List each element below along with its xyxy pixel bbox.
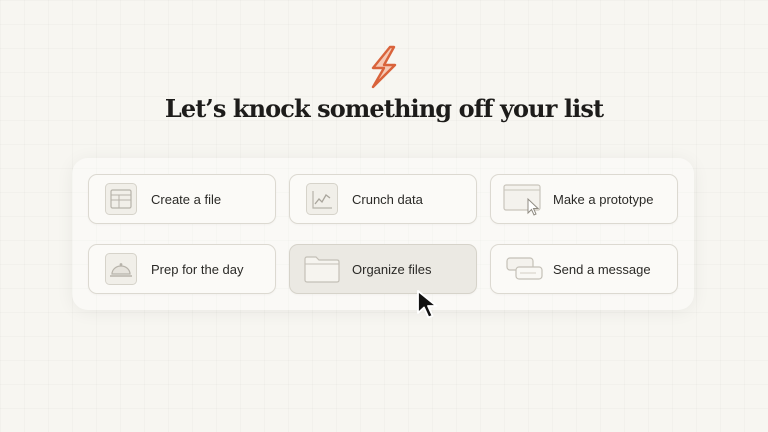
make-prototype-button[interactable]: Make a prototype <box>490 174 678 224</box>
prep-for-day-label: Prep for the day <box>151 261 244 277</box>
crunch-data-button[interactable]: Crunch data <box>289 174 477 224</box>
organize-files-button[interactable]: Organize files <box>289 244 477 294</box>
chat-bubbles-icon <box>505 253 545 285</box>
crunch-data-label: Crunch data <box>352 191 423 207</box>
prototype-icon <box>503 183 543 216</box>
make-prototype-label: Make a prototype <box>553 191 654 207</box>
cloche-icon <box>105 253 137 285</box>
chart-icon <box>306 183 338 215</box>
page-headline: Let’s knock something off your list <box>164 94 604 123</box>
file-icon <box>105 183 137 215</box>
send-message-label: Send a message <box>553 261 651 277</box>
organize-files-label: Organize files <box>352 261 432 277</box>
send-message-button[interactable]: Send a message <box>490 244 678 294</box>
lightning-logo-icon <box>371 45 397 89</box>
folder-icon <box>304 253 340 285</box>
mouse-pointer-icon <box>417 290 438 319</box>
create-file-label: Create a file <box>151 191 222 207</box>
create-file-button[interactable]: Create a file <box>88 174 276 224</box>
prep-for-day-button[interactable]: Prep for the day <box>88 244 276 294</box>
